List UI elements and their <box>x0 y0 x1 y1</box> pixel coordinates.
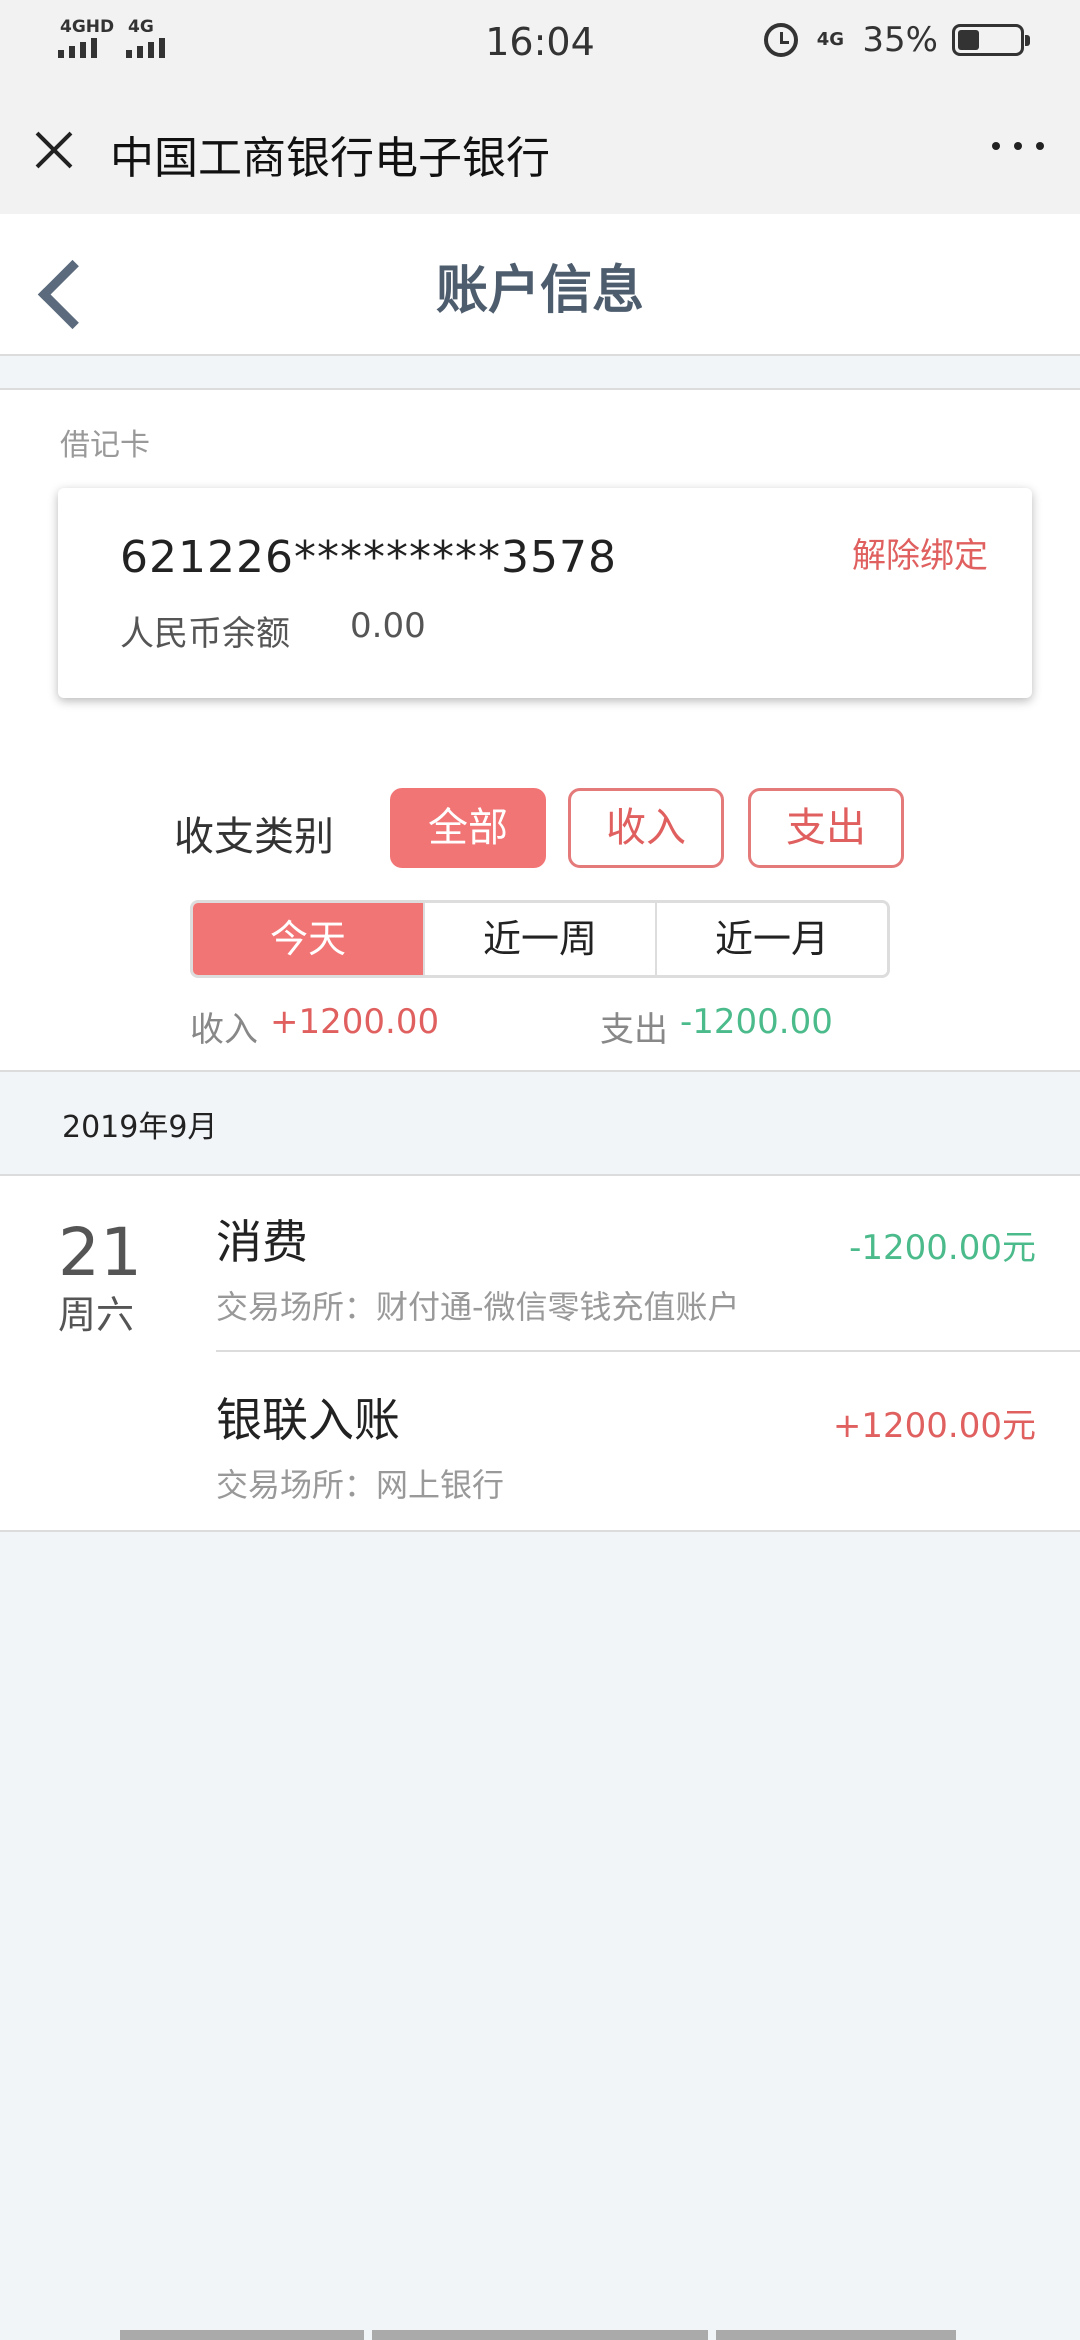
transaction-day-group: 21 周六 消费 交易场所：财付通-微信零钱充值账户 -1200.00元 银联入… <box>0 1174 1080 1532</box>
type-filter-label: 收支类别 <box>174 814 334 860</box>
bank-card: 621226*********3578 人民币余额 0.00 解除绑定 <box>58 488 1032 698</box>
transaction-name: 消费 <box>216 1215 308 1269</box>
income-summary-value: +1200.00 <box>270 1002 440 1042</box>
transaction-amount: +1200.00元 <box>832 1406 1036 1446</box>
transaction-weekday: 周六 <box>58 1293 135 1337</box>
transaction-name: 银联入账 <box>216 1393 400 1447</box>
alarm-icon <box>764 23 799 57</box>
app-title: 中国工商银行电子银行 <box>110 133 550 184</box>
period-segmented-control: 今天 近一周 近一月 <box>190 900 890 978</box>
period-month-tab[interactable]: 近一月 <box>655 903 887 975</box>
card-number: 621226*********3578 <box>120 532 617 583</box>
close-icon[interactable] <box>30 126 78 174</box>
transaction-place: 交易场所：财付通-微信零钱充值账户 <box>216 1288 740 1326</box>
status-right: 4G 35% <box>764 20 1030 60</box>
balance-label: 人民币余额 <box>120 614 290 654</box>
period-week-tab[interactable]: 近一周 <box>423 903 655 975</box>
type-expense-button[interactable]: 支出 <box>748 788 904 868</box>
status-bar: 4GHD 4G 16:04 4G 35% <box>0 0 1080 86</box>
expense-summary-label: 支出 <box>600 1010 668 1050</box>
month-header: 2019年9月 <box>62 1110 218 1145</box>
transaction-item[interactable]: 消费 交易场所：财付通-微信零钱充值账户 -1200.00元 <box>216 1176 1080 1352</box>
battery-icon <box>952 24 1030 56</box>
expense-summary-value: -1200.00 <box>680 1002 833 1042</box>
card-type-label: 借记卡 <box>60 428 150 463</box>
unbind-button[interactable]: 解除绑定 <box>852 528 988 577</box>
bottom-indicator-bars <box>120 2330 956 2340</box>
network-4g-icon: 4G <box>816 29 845 50</box>
account-section: 借记卡 621226*********3578 人民币余额 0.00 解除绑定 … <box>0 388 1080 1072</box>
app-titlebar: 中国工商银行电子银行 <box>0 86 1080 214</box>
page-title: 账户信息 <box>435 261 644 321</box>
type-income-button[interactable]: 收入 <box>568 788 724 868</box>
type-all-button[interactable]: 全部 <box>390 788 546 868</box>
income-summary-label: 收入 <box>190 1010 258 1050</box>
more-icon[interactable] <box>992 142 1044 150</box>
summary-row: 收入 +1200.00 支出 -1200.00 <box>0 1002 1080 1052</box>
transaction-place: 交易场所：网上银行 <box>216 1466 505 1504</box>
battery-percent: 35% <box>862 20 938 60</box>
battery-fill <box>958 30 979 50</box>
type-filter-row: 收支类别 全部 收入 支出 <box>0 788 1080 868</box>
transaction-amount: -1200.00元 <box>849 1228 1036 1268</box>
period-today-tab[interactable]: 今天 <box>193 903 423 975</box>
transaction-day: 21 <box>58 1214 142 1291</box>
page-header: 账户信息 <box>0 214 1080 356</box>
balance-value: 0.00 <box>350 606 426 646</box>
transaction-item[interactable]: 银联入账 交易场所：网上银行 +1200.00元 <box>216 1354 1080 1530</box>
